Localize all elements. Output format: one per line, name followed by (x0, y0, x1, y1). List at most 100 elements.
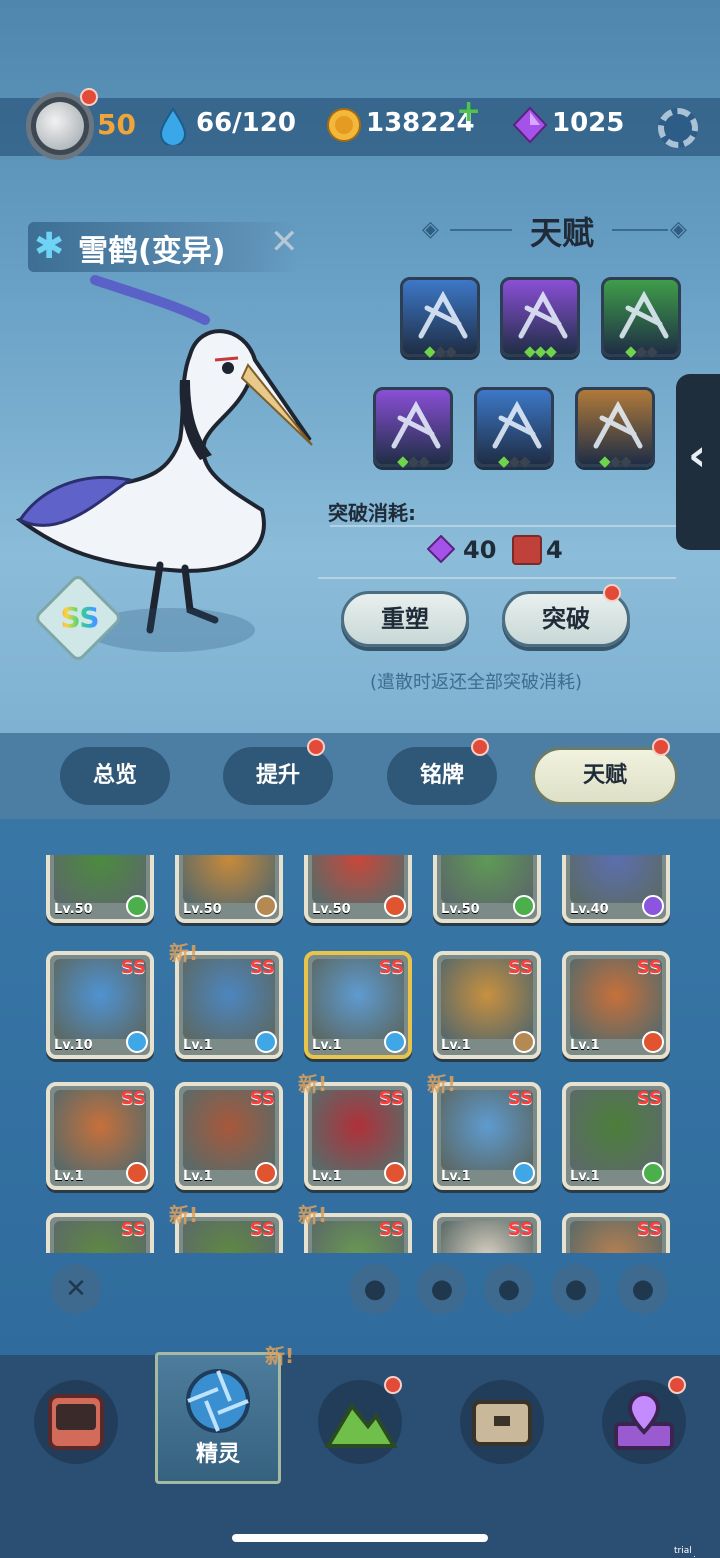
creature-card[interactable]: SS Lv.1 (562, 951, 670, 1059)
avatar-notification-dot (80, 88, 98, 106)
talent-ice-crescent-icon[interactable]: ◆◆◆ (474, 387, 554, 470)
map-notification-dot (668, 1376, 686, 1394)
rarity-tag: SS (507, 1088, 533, 1109)
creature-card[interactable]: SS (46, 1213, 154, 1253)
home-indicator[interactable] (232, 1534, 488, 1542)
ice-element-icon (255, 1031, 277, 1053)
rarity-tag: SS (249, 1219, 275, 1240)
creature-card[interactable]: SS Lv.1 (175, 951, 283, 1059)
gem-value: 1025 (552, 108, 625, 138)
nav-new-tag: 新! (265, 1344, 295, 1368)
creature-level: Lv.1 (570, 1038, 600, 1053)
water-drop-icon (159, 107, 187, 145)
new-tag: 新! (298, 1203, 328, 1227)
filter-fire-icon[interactable]: ● (350, 1264, 400, 1314)
dismiss-refund-note: (遣散时返还全部突破消耗) (370, 672, 583, 693)
creature-level: Lv.50 (54, 902, 93, 917)
creature-card[interactable]: Lv.50 (46, 855, 154, 923)
creature-card[interactable]: SS Lv.1 (175, 1082, 283, 1190)
grass-element-icon (642, 1162, 664, 1184)
creature-level: Lv.50 (312, 902, 351, 917)
add-coins-button[interactable]: + (456, 94, 481, 129)
trial-watermark: trial version (674, 1546, 707, 1558)
creature-card[interactable]: SS Lv.1 (46, 1082, 154, 1190)
creature-level: Lv.50 (183, 902, 222, 917)
creature-level: Lv.10 (54, 1038, 93, 1053)
creature-card[interactable]: Lv.50 (175, 855, 283, 923)
creature-card[interactable]: SS Lv.1 (304, 1082, 412, 1190)
nav-spirits-label: 精灵 (195, 1442, 240, 1467)
talent-earth-layers-icon[interactable]: ◆◆◆ (575, 387, 655, 470)
title-divider-left (450, 229, 512, 231)
talent-leaf-slash-icon[interactable]: ◆◆◆ (601, 277, 681, 360)
fire-element-icon (384, 895, 406, 917)
grass-element-icon (513, 895, 535, 917)
creature-card[interactable]: Lv.50 (304, 855, 412, 923)
ice-element-icon (513, 1162, 535, 1184)
chevron-left-icon[interactable]: ‹ (688, 430, 706, 481)
creature-card[interactable]: SS Lv.1 (562, 1082, 670, 1190)
talent-book-icon (512, 535, 542, 565)
creature-level: Lv.1 (54, 1169, 84, 1184)
talent-level-pips: ◆◆◆ (424, 342, 457, 360)
tab-3[interactable]: 天赋 (532, 747, 678, 805)
creature-card[interactable]: SS (562, 1213, 670, 1253)
creature-card[interactable]: SS Lv.1 (304, 951, 412, 1059)
aperture-icon (186, 1369, 250, 1433)
talent-level-pips: ◆◆◆ (524, 342, 557, 360)
creature-card[interactable]: SS Lv.1 (433, 951, 541, 1059)
tab-notification-dot (307, 738, 325, 756)
rarity-tag: SS (249, 1088, 275, 1109)
ice-element-icon (126, 1031, 148, 1053)
creature-level: Lv.1 (570, 1169, 600, 1184)
book-cost-value: 4 (546, 536, 563, 564)
tab-notification-dot (652, 738, 670, 756)
thunder-element-icon (642, 895, 664, 917)
creature-grid: Lv.50 Lv.50 Lv.50 Lv.50 Lv.40 SS Lv.10 SS Lv.1 新!… (0, 855, 720, 1253)
rarity-tag: SS (120, 1088, 146, 1109)
talent-lightning-icon[interactable]: ◆◆◆ (500, 277, 580, 360)
nav-shop-button[interactable] (34, 1380, 118, 1464)
filter-ice-icon[interactable]: ● (417, 1264, 467, 1314)
rarity-tag: SS (120, 1219, 146, 1240)
creature-level: Lv.40 (570, 902, 609, 917)
talent-level-pips: ◆◆◆ (397, 452, 430, 470)
nav-inventory-button[interactable] (460, 1380, 544, 1464)
player-level: 50 (97, 108, 136, 141)
creature-level: Lv.50 (441, 902, 480, 917)
decoration-right-icon: ◈ (670, 217, 687, 242)
earth-element-icon (255, 895, 277, 917)
close-icon[interactable]: ✕ (270, 222, 299, 262)
coin-icon (327, 108, 361, 142)
earth-element-icon (513, 1031, 535, 1053)
reshape-button[interactable]: 重塑 (341, 591, 469, 647)
creature-card[interactable]: SS (433, 1213, 541, 1253)
fire-element-icon (255, 1162, 277, 1184)
filter-grass-icon[interactable]: ● (484, 1264, 534, 1314)
gem-cost-value: 40 (463, 536, 497, 564)
cost-divider-bottom (318, 577, 676, 579)
breakthrough-notification-dot (603, 584, 621, 602)
settings-gear-icon[interactable] (658, 108, 698, 148)
creature-card[interactable]: Lv.50 (433, 855, 541, 923)
clear-filter-button[interactable]: ✕ (51, 1264, 101, 1314)
creature-card[interactable]: SS Lv.1 (433, 1082, 541, 1190)
creature-card[interactable]: Lv.40 (562, 855, 670, 923)
new-tag: 新! (298, 1072, 328, 1096)
talent-ice-burst-icon[interactable]: ◆◆◆ (400, 277, 480, 360)
talent-purple-slash-icon[interactable]: ◆◆◆ (373, 387, 453, 470)
creature-card[interactable]: SS Lv.10 (46, 951, 154, 1059)
filter-thunder-icon[interactable]: ● (618, 1264, 668, 1314)
tab-0[interactable]: 总览 (60, 747, 170, 805)
rarity-tag: SS (507, 1219, 533, 1240)
filter-earth-icon[interactable]: ● (551, 1264, 601, 1314)
talent-level-pips: ◆◆◆ (498, 452, 531, 470)
ice-element-icon (384, 1031, 406, 1053)
cost-divider-top (330, 525, 676, 527)
stamina-value: 66/120 (196, 108, 296, 138)
rarity-tag: SS (507, 957, 533, 978)
new-tag: 新! (427, 1072, 457, 1096)
tablet-icon (48, 1394, 104, 1450)
talent-level-pips: ◆◆◆ (625, 342, 658, 360)
rarity-tag: SS (120, 957, 146, 978)
